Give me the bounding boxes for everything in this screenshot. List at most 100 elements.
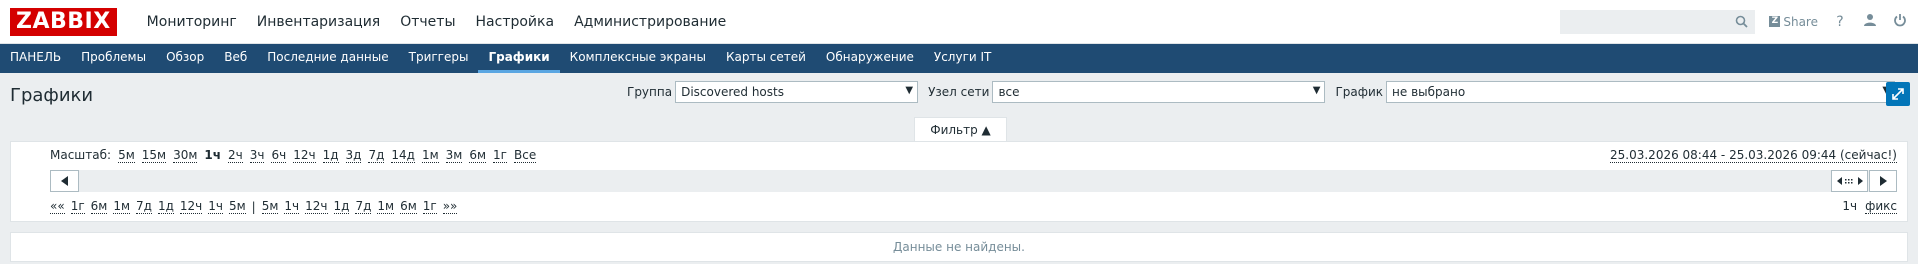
subnav-triggers[interactable]: Триггеры: [399, 44, 479, 73]
arrow-right-icon: [1880, 176, 1887, 186]
nav-back-12h[interactable]: 12ч: [179, 199, 203, 214]
zabbix-logo[interactable]: ZABBIX: [10, 7, 117, 36]
zoom-15m[interactable]: 15м: [141, 148, 167, 163]
time-scrollbar[interactable]: [50, 170, 1897, 192]
nav-fwd-6mo[interactable]: 6м: [400, 199, 417, 214]
zoom-6h[interactable]: 6ч: [271, 148, 287, 163]
nav-back-all[interactable]: ««: [50, 199, 65, 214]
nav-fwd-1d[interactable]: 1д: [333, 199, 350, 214]
help-icon[interactable]: ?: [1832, 14, 1848, 30]
nav-fwd-1h[interactable]: 1ч: [284, 199, 300, 214]
group-select-value: Discovered hosts: [681, 85, 784, 99]
zoom-5m[interactable]: 5м: [118, 148, 135, 163]
zoom-1y[interactable]: 1г: [493, 148, 507, 163]
nav-administration[interactable]: Администрирование: [564, 14, 736, 30]
search-icon[interactable]: [1735, 15, 1748, 28]
top-header: ZABBIX Мониторинг Инвентаризация Отчеты …: [0, 0, 1918, 44]
sub-nav: ПАНЕЛЬ Проблемы Обзор Веб Последние данн…: [0, 44, 1918, 73]
time-filter-panel: Масштаб: 5м 15м 30м 1ч 2ч 3ч 6ч 12ч 1д 3…: [10, 141, 1908, 222]
scroll-right-button[interactable]: [1869, 170, 1897, 192]
graph-result: Данные не найдены.: [10, 232, 1908, 262]
zoom-3mo[interactable]: 3м: [445, 148, 463, 163]
scroll-left-button[interactable]: [50, 170, 79, 192]
nav-reports[interactable]: Отчеты: [390, 14, 465, 30]
search-input[interactable]: [1560, 9, 1756, 34]
nav-back-1mo[interactable]: 1м: [113, 199, 131, 214]
zoom-3h[interactable]: 3ч: [249, 148, 265, 163]
graph-select[interactable]: не выбрано ▼: [1386, 81, 1896, 103]
header-tools: Z Share ?: [1560, 9, 1908, 34]
period-value: 1ч: [1842, 199, 1858, 213]
graph-select-value: не выбрано: [1392, 85, 1466, 99]
nav-fwd-12h[interactable]: 12ч: [305, 199, 328, 214]
group-control: Группа Discovered hosts ▼: [627, 81, 919, 103]
fullscreen-button[interactable]: [1886, 82, 1910, 106]
nav-fwd-1y[interactable]: 1г: [422, 199, 437, 214]
zoom-1d[interactable]: 1д: [322, 148, 339, 163]
subnav-problems[interactable]: Проблемы: [71, 44, 156, 73]
subnav-discovery[interactable]: Обнаружение: [816, 44, 924, 73]
scroll-handle[interactable]: [1831, 170, 1868, 192]
logout-icon[interactable]: [1892, 13, 1908, 31]
share-label: Share: [1783, 14, 1818, 29]
nav-monitoring[interactable]: Мониторинг: [137, 14, 247, 30]
drag-handle-icon: [1836, 177, 1863, 185]
filter-tab[interactable]: Фильтр ▲: [914, 117, 1007, 142]
nav-fwd-all[interactable]: »»: [442, 199, 458, 214]
zoom-3d[interactable]: 3д: [345, 148, 362, 163]
host-control: Узел сети все ▼: [928, 81, 1326, 103]
graph-selectors: Группа Discovered hosts ▼ Узел сети все …: [627, 81, 1896, 103]
zoom-30m[interactable]: 30м: [173, 148, 198, 163]
nav-back-1d[interactable]: 1д: [157, 199, 174, 214]
zoom-label: Масштаб:: [50, 148, 112, 162]
zoom-1h[interactable]: 1ч: [204, 148, 221, 163]
subnav-screens[interactable]: Комплексные экраны: [560, 44, 716, 73]
subnav-overview[interactable]: Обзор: [156, 44, 214, 73]
nav-back-1h[interactable]: 1ч: [208, 199, 223, 214]
graph-label: График: [1335, 85, 1384, 99]
host-select-value: все: [998, 85, 1020, 99]
nav-configuration[interactable]: Настройка: [466, 14, 565, 30]
subnav-latest-data[interactable]: Последние данные: [257, 44, 398, 73]
page-header: Графики Группа Discovered hosts ▼ Узел с…: [0, 73, 1918, 117]
arrow-left-icon: [60, 176, 68, 186]
subnav-web[interactable]: Веб: [214, 44, 257, 73]
group-select[interactable]: Discovered hosts ▼: [675, 81, 919, 103]
subnav-maps[interactable]: Карты сетей: [716, 44, 816, 73]
nav-fwd-5m[interactable]: 5м: [261, 199, 279, 214]
graph-control: График не выбрано ▼: [1335, 81, 1896, 103]
fixed-toggle[interactable]: фикс: [1865, 199, 1897, 214]
subnav-it-services[interactable]: Услуги IT: [924, 44, 1001, 73]
fullscreen-icon: [1892, 88, 1904, 100]
filter-tab-row: Фильтр ▲: [0, 117, 1918, 142]
zoom-2h[interactable]: 2ч: [228, 148, 243, 163]
zoom-1mo[interactable]: 1м: [421, 148, 439, 163]
time-range[interactable]: 25.03.2026 08:44 - 25.03.2026 09:44 (сей…: [1610, 148, 1897, 163]
zoom-12h[interactable]: 12ч: [293, 148, 316, 163]
page-title: Графики: [10, 84, 94, 106]
subnav-graphs[interactable]: Графики: [478, 44, 560, 73]
user-profile-icon[interactable]: [1862, 13, 1878, 31]
nav-back-1y[interactable]: 1г: [70, 199, 85, 214]
share-link[interactable]: Z Share: [1769, 15, 1818, 29]
main-nav: Мониторинг Инвентаризация Отчеты Настрой…: [137, 14, 737, 30]
nav-separator: |: [251, 199, 256, 214]
zoom-row: Масштаб: 5м 15м 30м 1ч 2ч 3ч 6ч 12ч 1д 3…: [50, 148, 537, 163]
zoom-all[interactable]: Все: [513, 148, 537, 163]
empty-message: Данные не найдены.: [893, 240, 1025, 254]
period-nav: «« 1г 6м 1м 7д 1д 12ч 1ч 5м | 5м 1ч 12ч …: [50, 199, 458, 214]
nav-fwd-7d[interactable]: 7д: [355, 199, 372, 214]
chevron-down-icon: ▼: [905, 85, 914, 96]
nav-back-6mo[interactable]: 6м: [90, 199, 108, 214]
zoom-14d[interactable]: 14д: [391, 148, 415, 163]
nav-fwd-1mo[interactable]: 1м: [377, 199, 395, 214]
group-label: Группа: [627, 85, 673, 99]
zoom-6mo[interactable]: 6м: [469, 148, 487, 163]
host-select[interactable]: все ▼: [992, 81, 1326, 103]
nav-inventory[interactable]: Инвентаризация: [247, 14, 390, 30]
subnav-dashboard[interactable]: ПАНЕЛЬ: [0, 44, 71, 73]
nav-back-7d[interactable]: 7д: [136, 199, 152, 214]
nav-back-5m[interactable]: 5м: [228, 199, 246, 214]
zoom-7d[interactable]: 7д: [368, 148, 385, 163]
share-icon: Z: [1769, 16, 1781, 27]
